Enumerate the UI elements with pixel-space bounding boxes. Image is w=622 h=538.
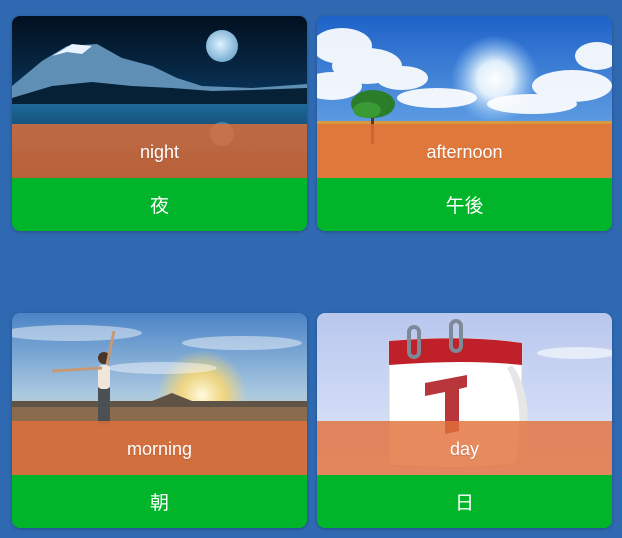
english-word: night [139, 141, 180, 162]
english-label-band: morning [12, 421, 307, 475]
english-word: morning [126, 438, 193, 459]
japanese-word: 日 [454, 492, 474, 514]
japanese-label-band: 日 [317, 475, 612, 528]
english-label-band: afternoon [317, 124, 612, 178]
flashcard-afternoon[interactable]: afternoon 午後 [317, 16, 612, 231]
japanese-word: 夜 [149, 195, 169, 217]
english-label-band: day [317, 421, 612, 475]
japanese-word: 朝 [149, 492, 169, 514]
english-word: afternoon [426, 141, 503, 162]
japanese-word: 午後 [445, 195, 484, 217]
english-label-band: night [12, 124, 307, 178]
english-word: day [449, 438, 480, 459]
flashcard-night[interactable]: night 夜 [12, 16, 307, 231]
japanese-label-band: 朝 [12, 475, 307, 528]
flashcard-day[interactable]: day 日 [317, 313, 612, 528]
japanese-label-band: 夜 [12, 178, 307, 231]
flashcard-morning[interactable]: morning 朝 [12, 313, 307, 528]
japanese-label-band: 午後 [317, 178, 612, 231]
